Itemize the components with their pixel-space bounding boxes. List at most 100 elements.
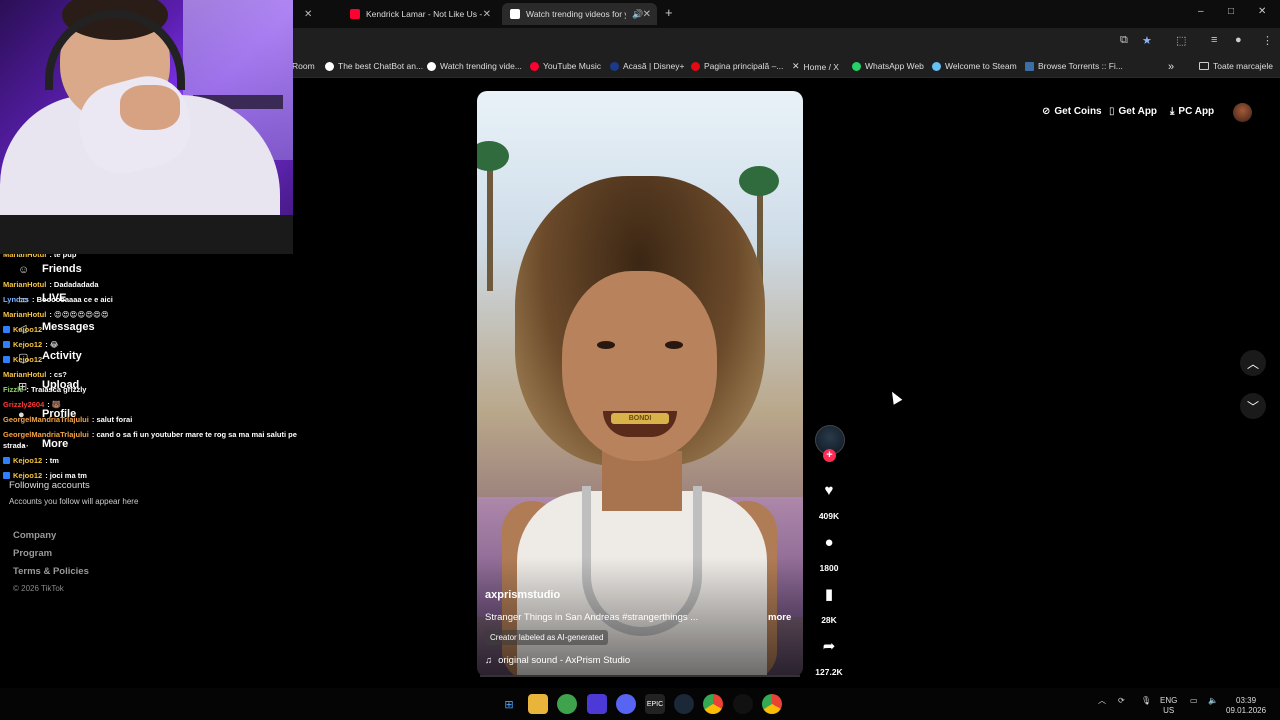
sidebar-item-messages[interactable]: Messages (42, 321, 95, 333)
bookmark-item[interactable]: Welcome to Steam (932, 61, 1017, 71)
windows-taskbar (0, 688, 1280, 720)
next-video-button[interactable]: ﹀ (1240, 393, 1266, 419)
media-player-icon[interactable] (587, 694, 607, 714)
previous-video-button[interactable]: ︿ (1240, 350, 1266, 376)
video-progress-bar[interactable] (480, 675, 800, 677)
volume-icon[interactable]: 🔈 (1208, 696, 1218, 706)
chat-message: Kejoo12: 😂 (3, 340, 59, 349)
user-avatar[interactable] (1233, 103, 1252, 122)
download-icon: ⤓ (1170, 106, 1175, 117)
share-arrow-icon[interactable]: ➦ (818, 635, 840, 657)
twitch-badge-icon (3, 457, 10, 464)
twitch-badge-icon (3, 326, 10, 333)
clock[interactable]: 03:39 09.01.2026 (1226, 696, 1266, 716)
get-app-button[interactable]: ▯ Get App (1109, 106, 1157, 117)
bookmark-item[interactable]: ✕ Home / X (792, 61, 839, 72)
copyright: © 2026 TikTok (13, 584, 64, 593)
bookmark-star-icon[interactable]: ★ (1142, 34, 1152, 47)
new-tab-button[interactable]: + (665, 5, 673, 20)
microphone-icon[interactable]: 🎙 (1141, 696, 1151, 706)
discord-icon[interactable] (616, 694, 636, 714)
bookmark-item[interactable]: Watch trending vide... (427, 61, 522, 71)
grillz: BONDI (611, 413, 669, 424)
bookmark-item[interactable]: YouTube Music (530, 61, 601, 71)
window-close-button[interactable]: ✕ (1258, 6, 1266, 17)
chrome-icon[interactable] (703, 694, 723, 714)
language-indicator[interactable]: ENG US (1160, 696, 1177, 716)
footer-link-program[interactable]: Program (13, 548, 52, 559)
youtube-icon (350, 9, 360, 19)
obs-icon[interactable] (733, 694, 753, 714)
disney-icon (610, 61, 619, 71)
cast-icon[interactable]: ⧉ (1120, 34, 1128, 47)
bookmark-icon[interactable]: ▮ (818, 583, 840, 605)
phone-icon: ▯ (1109, 106, 1115, 117)
bookmark-item[interactable]: The best ChatBot an... (325, 61, 423, 71)
bookmarks-overflow-button[interactable]: » (1168, 61, 1174, 73)
chat-message: MarianHotul: 😍😍😍😍😍😍😍 (3, 310, 109, 319)
chrome-profile-icon[interactable] (762, 694, 782, 714)
comment-icon[interactable]: ● (818, 531, 840, 553)
close-icon[interactable]: ✕ (483, 9, 491, 20)
sidebar-item-friends[interactable]: Friends (42, 263, 82, 275)
spotify-icon[interactable] (557, 694, 577, 714)
media-control-icon[interactable]: ≡ (1211, 34, 1217, 46)
chat-message-continued: strada (3, 441, 26, 450)
bookmark-item[interactable]: Acasă | Disney+ (610, 61, 685, 71)
bookmark-item[interactable]: Browse Torrents :: Fi... (1025, 61, 1123, 71)
filelist-icon (1025, 61, 1034, 71)
start-menu-icon[interactable]: ⊞ (499, 694, 519, 714)
video-sound[interactable]: ♫ original sound - AxPrism Studio (485, 655, 630, 666)
chat-message: Lyndas: Boooooaaaa ce e aici (3, 295, 113, 304)
sidebar-item-activity[interactable]: Activity (42, 350, 82, 362)
right-eye (665, 341, 683, 349)
speaker-icon[interactable]: 🔊 (632, 9, 643, 20)
like-heart-icon[interactable]: ♥ (818, 479, 840, 501)
get-coins-button[interactable]: ⊘ Get Coins (1042, 106, 1102, 117)
tab-kendrick[interactable]: Kendrick Lamar - Not Like Us - ✕ (342, 3, 497, 25)
profile-avatar-icon[interactable]: ● (1235, 34, 1242, 46)
epic-games-icon[interactable]: EPIC (645, 694, 665, 714)
tab-label: Watch trending videos for y (526, 9, 626, 19)
network-icon[interactable]: ▭ (1190, 696, 1198, 706)
bookmark-item[interactable]: Pagina principală –... (691, 61, 783, 71)
close-icon[interactable]: ✕ (643, 9, 651, 20)
video-author[interactable]: axprismstudio (485, 589, 560, 601)
like-count: 409K (818, 511, 840, 521)
footer-link-company[interactable]: Company (13, 530, 56, 541)
footer-link-terms[interactable]: Terms & Policies (13, 566, 89, 577)
sidebar-item-more[interactable]: More (42, 438, 68, 450)
youtube-music-icon (530, 61, 539, 71)
tiktok-icon (427, 61, 436, 71)
file-explorer-icon[interactable] (528, 694, 548, 714)
ai-generated-label: Creator labeled as AI-generated (485, 630, 609, 645)
steam-icon (932, 61, 941, 71)
palm-leaves (477, 141, 509, 171)
follow-plus-icon[interactable]: + (823, 449, 836, 462)
extensions-icon[interactable]: ⬚ (1176, 34, 1186, 47)
tab-tiktok[interactable]: Watch trending videos for y 🔊 ✕ (502, 3, 657, 25)
twitch-badge-icon (3, 356, 10, 363)
bookmark-item[interactable]: WhatsApp Web (852, 61, 924, 71)
video-caption: Stranger Things in San Andreas #stranger… (485, 612, 699, 623)
tab-label: Kendrick Lamar - Not Like Us - (366, 9, 483, 19)
pc-app-button[interactable]: ⤓ PC App (1170, 106, 1214, 117)
steam-icon[interactable] (674, 694, 694, 714)
all-bookmarks-folder[interactable]: Toate marcajele (1199, 61, 1273, 71)
twitch-badge-icon (3, 341, 10, 348)
tab-close-previous[interactable]: ✕ (296, 3, 320, 25)
maximize-button[interactable]: □ (1228, 6, 1234, 17)
tray-app-icon[interactable]: ⟳ (1118, 696, 1125, 706)
chat-message: GeorgelMandriaTrlajului: salut forai (3, 415, 133, 424)
minimize-button[interactable]: – (1198, 6, 1204, 17)
share-count: 127.2K (815, 667, 843, 677)
chat-message: Kejoo12 (3, 325, 42, 334)
chat-message: Kejoo12: tm (3, 456, 59, 465)
chatgpt-icon (325, 61, 334, 71)
chat-message: Kejoo12 (3, 355, 42, 364)
twitch-badge-icon (3, 472, 10, 479)
bookmark-item[interactable]: Room (292, 61, 315, 71)
browser-menu-icon[interactable]: ⋮ (1262, 34, 1273, 47)
caption-more-button[interactable]: more (768, 612, 791, 623)
tray-overflow-icon[interactable]: ︿ (1098, 696, 1106, 706)
